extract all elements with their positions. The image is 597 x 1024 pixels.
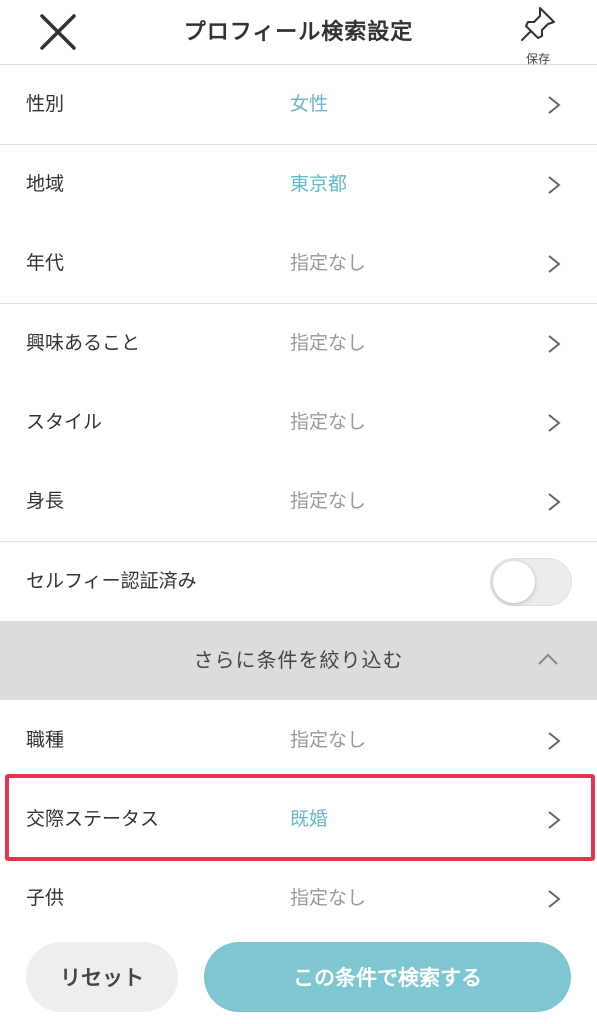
row-label: 交際ステータス	[26, 808, 160, 830]
row-selfie-verified: セルフィー認証済み	[0, 542, 597, 621]
row-children[interactable]: 子供 指定なし	[0, 859, 597, 939]
row-label: 興味あること	[26, 332, 141, 354]
row-label: スタイル	[26, 411, 103, 433]
narrow-down-label: さらに条件を絞り込む	[193, 648, 404, 672]
row-value: 東京都	[290, 173, 348, 195]
reset-button[interactable]: リセット	[26, 942, 178, 1012]
row-value: 指定なし	[290, 729, 367, 751]
chevron-right-icon	[548, 890, 561, 908]
footer: リセット この条件で検索する	[0, 932, 597, 1024]
page-title: プロフィール検索設定	[183, 20, 414, 45]
row-label: 年代	[26, 252, 65, 274]
row-value: 指定なし	[290, 411, 367, 433]
chevron-right-icon	[548, 493, 561, 511]
search-button[interactable]: この条件で検索する	[204, 942, 571, 1012]
row-value: 既婚	[290, 808, 329, 830]
save-button[interactable]: 保存	[510, 0, 566, 66]
chevron-right-icon	[548, 811, 561, 829]
row-value: 指定なし	[290, 490, 367, 512]
row-label: 地域	[26, 173, 65, 195]
row-region[interactable]: 地域 東京都	[0, 145, 597, 225]
row-age[interactable]: 年代 指定なし	[0, 224, 597, 304]
row-value: 指定なし	[290, 252, 367, 274]
chevron-right-icon	[548, 96, 561, 114]
row-style[interactable]: スタイル 指定なし	[0, 383, 597, 463]
chevron-right-icon	[548, 732, 561, 750]
chevron-right-icon	[548, 176, 561, 194]
selfie-toggle[interactable]	[490, 558, 572, 606]
narrow-down-section-header[interactable]: さらに条件を絞り込む	[0, 621, 597, 700]
toggle-knob	[493, 561, 535, 603]
row-height[interactable]: 身長 指定なし	[0, 462, 597, 542]
row-occupation[interactable]: 職種 指定なし	[0, 701, 597, 781]
row-gender[interactable]: 性別 女性	[0, 65, 597, 145]
chevron-right-icon	[548, 255, 561, 273]
row-relationship-status[interactable]: 交際ステータス 既婚	[0, 780, 597, 860]
row-value: 指定なし	[290, 887, 367, 909]
row-interests[interactable]: 興味あること 指定なし	[0, 304, 597, 384]
row-label: 性別	[26, 93, 65, 115]
chevron-up-icon	[538, 653, 558, 665]
header: プロフィール検索設定 保存	[0, 0, 597, 66]
row-label: 職種	[26, 729, 65, 751]
row-label: 身長	[26, 490, 65, 512]
chevron-right-icon	[548, 335, 561, 353]
row-label: セルフィー認証済み	[26, 570, 197, 592]
row-value: 指定なし	[290, 332, 367, 354]
chevron-right-icon	[548, 414, 561, 432]
pin-icon	[521, 7, 555, 41]
row-value: 女性	[290, 93, 329, 115]
row-label: 子供	[26, 887, 65, 909]
